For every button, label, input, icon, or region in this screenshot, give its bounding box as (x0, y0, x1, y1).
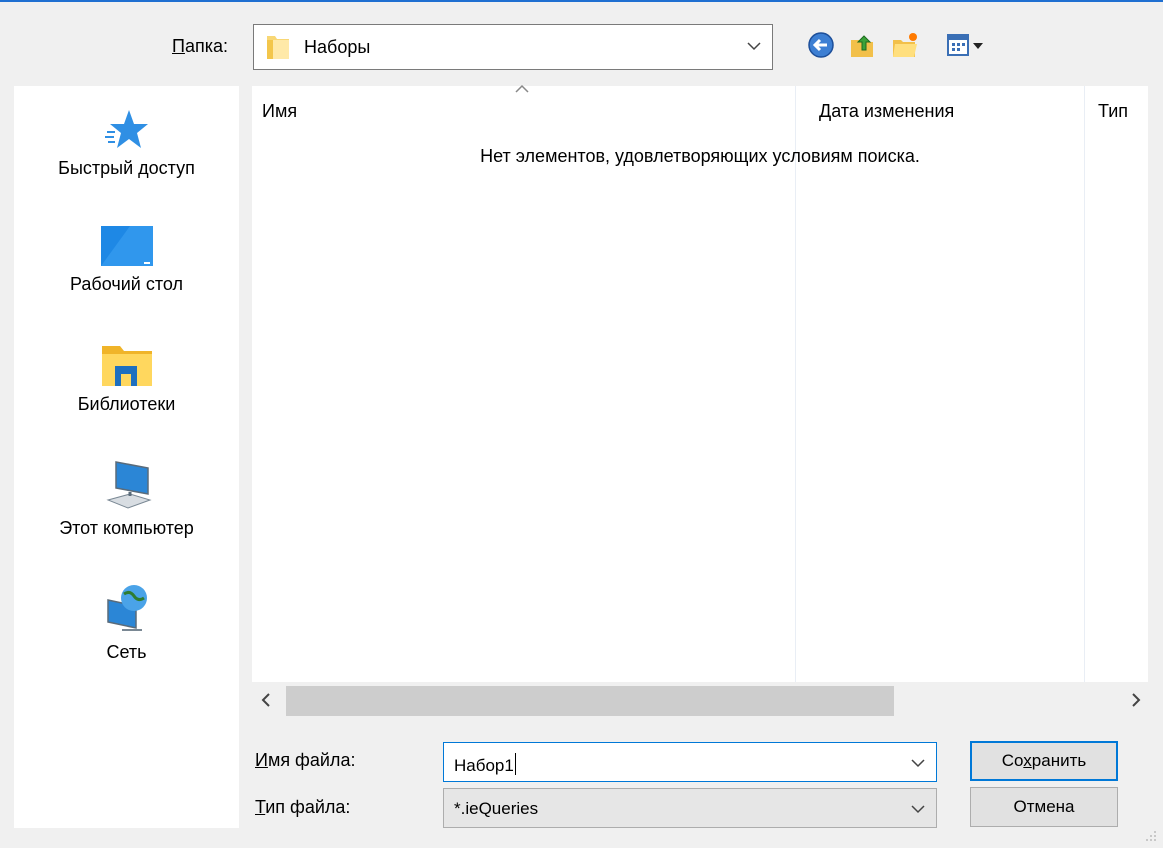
filetype-value: *.ieQueries (454, 799, 539, 818)
network-icon (106, 585, 147, 631)
chevron-down-icon[interactable] (910, 801, 926, 817)
star-icon (104, 110, 148, 148)
place-label: Рабочий стол (70, 274, 183, 294)
filetype-select[interactable]: *.ieQueries (443, 788, 937, 828)
folder-icon (267, 36, 289, 59)
resize-grip-icon[interactable] (1143, 828, 1157, 842)
computer-icon (105, 461, 152, 509)
back-arrow-icon[interactable] (806, 30, 836, 60)
filename-value: Набор1 (454, 756, 514, 775)
empty-message: Нет элементов, удовлетворяющих условиям … (480, 146, 920, 166)
up-folder-icon[interactable] (848, 30, 878, 60)
place-label: Быстрый доступ (58, 158, 195, 178)
scroll-left-icon[interactable] (258, 692, 274, 708)
place-desktop[interactable]: Рабочий стол (14, 224, 239, 295)
chevron-down-icon[interactable] (746, 38, 762, 54)
place-libraries[interactable]: Библиотеки (14, 342, 239, 415)
folder-combobox[interactable]: Наборы (253, 24, 773, 70)
place-label: Этот компьютер (59, 518, 194, 538)
desktop-icon (100, 226, 153, 266)
view-menu-icon[interactable] (947, 34, 987, 58)
place-label: Библиотеки (77, 394, 176, 414)
folder-value: Наборы (304, 37, 371, 57)
cancel-button[interactable]: Отмена (970, 787, 1118, 827)
horizontal-scrollbar[interactable] (252, 682, 1148, 720)
window-top-border (0, 0, 1163, 2)
chevron-down-icon[interactable] (910, 755, 926, 771)
column-header-name[interactable]: Имя (262, 101, 297, 122)
scrollbar-thumb[interactable] (286, 686, 894, 716)
scroll-right-icon[interactable] (1128, 692, 1144, 708)
place-label: Сеть (106, 642, 147, 662)
column-divider (795, 86, 796, 682)
column-header-type[interactable]: Тип (1098, 101, 1128, 122)
place-this-pc[interactable]: Этот компьютер (14, 460, 239, 539)
save-button[interactable]: Сохранить (970, 741, 1118, 781)
new-folder-icon[interactable] (890, 30, 920, 60)
sort-up-icon (515, 84, 529, 93)
places-bar: Быстрый доступ Рабочий стол Библиотеки Э… (14, 86, 239, 828)
text-caret (514, 753, 516, 775)
library-icon (101, 346, 152, 386)
filename-label: Имя файла: (255, 750, 356, 770)
filetype-label: Тип файла: (255, 797, 351, 817)
place-network[interactable]: Сеть (14, 582, 239, 663)
folder-label: Папка: (172, 36, 228, 56)
column-divider (1084, 86, 1085, 682)
file-list[interactable]: Имя Дата изменения Тип Нет элементов, уд… (252, 84, 1148, 720)
column-header-date[interactable]: Дата изменения (819, 101, 954, 122)
filename-input[interactable]: Набор1 (443, 742, 937, 782)
place-quick-access[interactable]: Быстрый доступ (14, 106, 239, 179)
